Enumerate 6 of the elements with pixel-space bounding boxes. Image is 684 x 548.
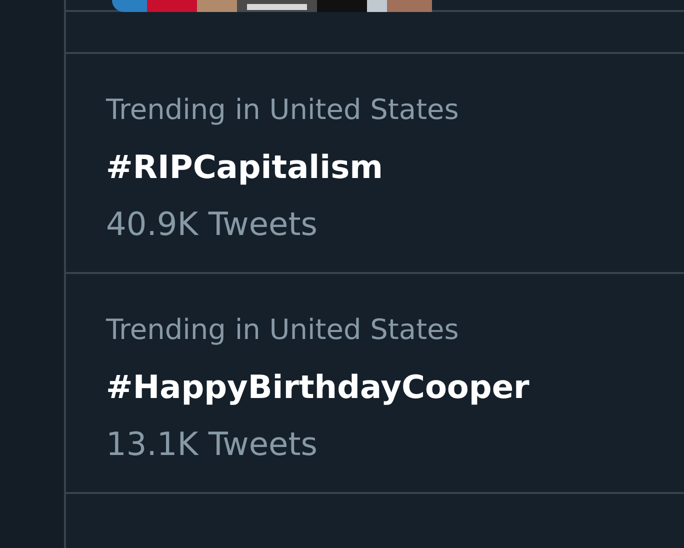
trend-hashtag[interactable]: #RIPCapitalism: [106, 147, 383, 187]
trend-context: Trending in United States: [106, 92, 459, 128]
trend-hashtag[interactable]: #HappyBirthdayCooper: [106, 367, 530, 407]
trend-context: Trending in United States: [106, 312, 459, 348]
tweet-count: 13.1K Tweets: [106, 424, 318, 464]
tweet-count: 40.9K Tweets: [106, 204, 318, 244]
